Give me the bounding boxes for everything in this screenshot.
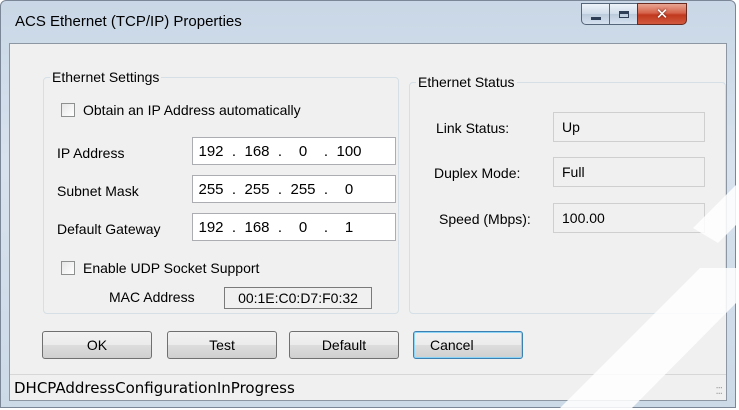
ethernet-status-group: Ethernet Status [409,74,726,314]
default-button[interactable]: Default [289,331,399,359]
default-gateway-label: Default Gateway [57,221,161,237]
subnet-octet-1[interactable]: 255 [193,181,229,198]
duplex-mode-label: Duplex Mode: [434,165,521,181]
ok-button[interactable]: OK [42,331,152,359]
dialog-client-area: Ethernet Settings Obtain an IP Address a… [9,43,727,401]
subnet-octet-3[interactable]: 255 [285,181,321,198]
minimize-button[interactable] [581,3,609,25]
cancel-button[interactable]: Cancel [413,331,523,359]
subnet-mask-field[interactable]: 255. 255. 255. 0 [192,175,396,203]
gateway-octet-3[interactable]: 0 [285,219,321,236]
ip-dot: . [323,142,329,160]
gateway-octet-2[interactable]: 168 [239,219,275,236]
close-icon: ✕ [655,5,669,23]
ip-dot: . [231,142,237,160]
ip-dot: . [277,180,283,198]
maximize-button[interactable] [609,3,637,25]
duplex-mode-value: Full [553,157,705,187]
speed-value: 100.00 [553,203,705,233]
ip-dot: . [277,142,283,160]
minimize-icon [590,16,601,20]
subnet-mask-label: Subnet Mask [57,183,139,199]
obtain-ip-auto-label: Obtain an IP Address automatically [83,102,301,118]
subnet-octet-2[interactable]: 255 [239,181,275,198]
window-title: ACS Ethernet (TCP/IP) Properties [15,13,242,30]
dialog-window: ACS Ethernet (TCP/IP) Properties ✕ Ether… [0,0,736,408]
ip-address-label: IP Address [57,145,125,161]
test-button[interactable]: Test [167,331,277,359]
close-button[interactable]: ✕ [637,3,687,25]
subnet-octet-4[interactable]: 0 [331,181,367,198]
gateway-octet-4[interactable]: 1 [331,219,367,236]
maximize-icon [618,10,629,18]
ip-dot: . [231,218,237,236]
link-status-label: Link Status: [436,120,510,136]
ip-dot: . [231,180,237,198]
speed-label: Speed (Mbps): [439,211,531,227]
ip-octet-3[interactable]: 0 [285,143,321,160]
enable-udp-label: Enable UDP Socket Support [83,260,260,276]
ip-address-field[interactable]: 192. 168. 0. 100 [192,137,396,165]
ip-octet-1[interactable]: 192 [193,143,229,160]
default-gateway-field[interactable]: 192. 168. 0. 1 [192,213,396,241]
checkbox-box[interactable] [61,103,75,117]
ethernet-status-legend: Ethernet Status [418,74,515,90]
window-controls: ✕ [581,3,687,25]
obtain-ip-auto-checkbox[interactable]: Obtain an IP Address automatically [61,102,301,118]
ip-dot: . [323,180,329,198]
ip-octet-2[interactable]: 168 [239,143,275,160]
ip-dot: . [323,218,329,236]
checkbox-box[interactable] [61,261,75,275]
mac-address-value: 00:1E:C0:D7:F0:32 [224,287,372,309]
status-bar-text: DHCPAddressConfigurationInProgress [14,378,295,397]
mac-address-label: MAC Address [109,289,195,305]
gateway-octet-1[interactable]: 192 [193,219,229,236]
ip-dot: . [277,218,283,236]
ip-octet-4[interactable]: 100 [331,143,367,160]
enable-udp-checkbox[interactable]: Enable UDP Socket Support [61,260,259,276]
status-bar: DHCPAddressConfigurationInProgress ⁚⁚⁚ [10,374,726,400]
ethernet-settings-legend: Ethernet Settings [52,69,160,85]
resize-grip-icon[interactable]: ⁚⁚⁚ [715,386,722,397]
link-status-value: Up [553,112,705,142]
